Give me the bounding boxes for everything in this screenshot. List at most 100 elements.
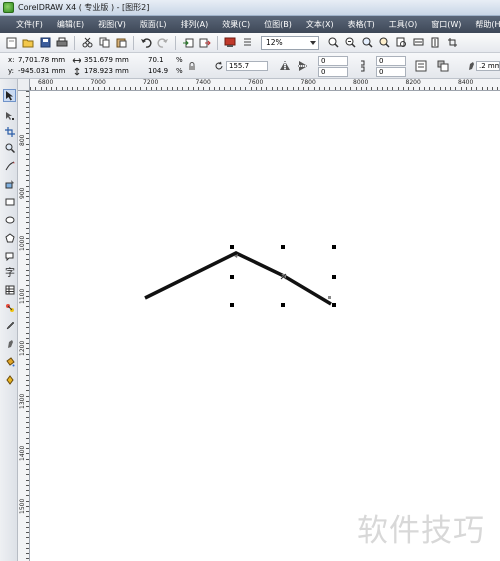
ruler-tick bbox=[371, 87, 373, 90]
vertical-ruler[interactable]: 800 900 1000 1100 1200 1300 1400 1500 bbox=[18, 91, 30, 561]
ruler-tick bbox=[26, 558, 29, 560]
ruler-origin-corner[interactable] bbox=[18, 79, 30, 91]
scale-x-percent: % bbox=[176, 56, 183, 64]
ruler-tick bbox=[150, 87, 152, 90]
zoom-tool-icon[interactable] bbox=[3, 141, 16, 154]
ruler-tick bbox=[26, 526, 29, 528]
ruler-tick bbox=[261, 87, 262, 90]
path-node-marker bbox=[328, 296, 331, 299]
ruler-tick bbox=[292, 87, 294, 90]
zoom-height-icon[interactable] bbox=[428, 36, 442, 50]
menu-tools[interactable]: 工具(O) bbox=[382, 16, 425, 33]
corner-radius-top-right[interactable]: 0 bbox=[376, 56, 406, 66]
menu-bitmaps[interactable]: 位图(B) bbox=[257, 16, 299, 33]
table-tool-icon[interactable] bbox=[3, 283, 16, 296]
zoom-width-icon[interactable] bbox=[411, 36, 425, 50]
ruler-tick bbox=[450, 87, 451, 90]
ruler-tick bbox=[26, 469, 29, 470]
mirror-vertical-icon[interactable] bbox=[296, 59, 310, 73]
corner-radius-bottom-left[interactable]: 0 bbox=[318, 67, 348, 77]
zoom-level-dropdown[interactable]: 12% bbox=[261, 35, 319, 50]
zoom-in-icon[interactable] bbox=[326, 36, 340, 50]
selection-handle bbox=[281, 303, 285, 307]
corner-radius-bottom-right[interactable]: 0 bbox=[376, 67, 406, 77]
ruler-tick bbox=[26, 253, 29, 255]
interactive-blend-tool-icon[interactable] bbox=[3, 301, 16, 314]
basic-shapes-tool-icon[interactable] bbox=[3, 249, 16, 262]
zoom-page-icon[interactable] bbox=[394, 36, 408, 50]
corner-radius-top-left[interactable]: 0 bbox=[318, 56, 348, 66]
drawn-polyline bbox=[144, 251, 332, 306]
pick-tool-icon[interactable] bbox=[3, 89, 16, 102]
outline-width-dropdown[interactable]: .2 mm bbox=[476, 61, 500, 71]
print-icon[interactable] bbox=[55, 36, 69, 50]
object-width-field[interactable]: 351.679 mm bbox=[84, 56, 129, 64]
ellipse-tool-icon[interactable] bbox=[3, 213, 16, 226]
application-launcher-icon[interactable] bbox=[223, 36, 237, 50]
menu-view[interactable]: 视图(V) bbox=[91, 16, 133, 33]
menu-table[interactable]: 表格(T) bbox=[341, 16, 382, 33]
selection-handle bbox=[230, 275, 234, 279]
ruler-tick bbox=[26, 432, 29, 434]
menu-layout[interactable]: 版面(L) bbox=[133, 16, 174, 33]
new-document-icon[interactable] bbox=[4, 36, 18, 50]
mirror-horizontal-icon[interactable] bbox=[278, 59, 292, 73]
interactive-fill-tool-icon[interactable] bbox=[3, 373, 16, 386]
menu-effects[interactable]: 效果(C) bbox=[215, 16, 257, 33]
horizontal-ruler[interactable]: 6800 7000 7200 7400 7600 7800 8000 8200 8400 bbox=[30, 79, 500, 91]
crop-tool-icon[interactable] bbox=[3, 125, 16, 138]
zoom-selected-icon[interactable] bbox=[360, 36, 374, 50]
copy-icon[interactable] bbox=[97, 36, 111, 50]
save-icon[interactable] bbox=[38, 36, 52, 50]
menu-bar: 文件(F) 编辑(E) 视图(V) 版面(L) 排列(A) 效果(C) 位图(B… bbox=[0, 16, 500, 33]
ruler-tick bbox=[171, 87, 173, 90]
eyedropper-tool-icon[interactable] bbox=[3, 319, 16, 332]
selection-handle bbox=[332, 303, 336, 307]
menu-file[interactable]: 文件(F) bbox=[9, 16, 50, 33]
menu-window[interactable]: 窗口(W) bbox=[424, 16, 468, 33]
shape-tool-icon[interactable] bbox=[3, 109, 16, 122]
selection-handle bbox=[281, 245, 285, 249]
paste-icon[interactable] bbox=[114, 36, 128, 50]
x-position-field[interactable]: 7,701.78 mm bbox=[18, 56, 65, 64]
scale-x-field[interactable]: 70.1 bbox=[148, 56, 164, 64]
drawing-canvas[interactable] bbox=[31, 92, 500, 561]
menu-arrange[interactable]: 排列(A) bbox=[174, 16, 216, 33]
export-icon[interactable] bbox=[198, 36, 212, 50]
freehand-tool-icon[interactable] bbox=[3, 159, 16, 172]
corner-lock-icon[interactable] bbox=[356, 59, 370, 73]
fill-tool-icon[interactable] bbox=[3, 355, 16, 368]
y-position-field[interactable]: -945.031 mm bbox=[18, 67, 65, 75]
object-height-field[interactable]: 178.923 mm bbox=[84, 67, 129, 75]
import-icon[interactable] bbox=[181, 36, 195, 50]
ruler-tick bbox=[392, 87, 394, 90]
watermark-text: 软件技巧 bbox=[357, 513, 485, 549]
polygon-tool-icon[interactable] bbox=[3, 231, 16, 244]
ruler-tick bbox=[240, 87, 241, 90]
menu-help[interactable]: 帮助(H) bbox=[468, 16, 500, 33]
redo-icon[interactable] bbox=[156, 36, 170, 50]
undo-icon[interactable] bbox=[139, 36, 153, 50]
ruler-tick bbox=[26, 406, 29, 407]
welcome-screen-icon[interactable] bbox=[240, 36, 254, 50]
rectangle-tool-icon[interactable] bbox=[3, 195, 16, 208]
zoom-all-objects-icon[interactable] bbox=[377, 36, 391, 50]
lock-ratio-icon[interactable] bbox=[188, 62, 197, 71]
cut-icon[interactable] bbox=[80, 36, 94, 50]
outline-pen-icon bbox=[469, 62, 474, 70]
zoom-out-icon[interactable] bbox=[343, 36, 357, 50]
menu-edit[interactable]: 编辑(E) bbox=[50, 16, 91, 33]
outline-tool-icon[interactable] bbox=[3, 337, 16, 350]
smart-fill-tool-icon[interactable] bbox=[3, 177, 16, 190]
ruler-tick bbox=[26, 164, 29, 166]
scale-y-field[interactable]: 104.9 bbox=[148, 67, 168, 75]
ruler-tick-label: 1000 bbox=[19, 235, 26, 251]
to-front-icon[interactable] bbox=[436, 59, 450, 73]
wrap-text-icon[interactable] bbox=[414, 59, 428, 73]
text-tool-icon[interactable]: 字 bbox=[3, 265, 16, 278]
selection-handle bbox=[332, 245, 336, 249]
menu-text[interactable]: 文本(X) bbox=[299, 16, 341, 33]
crop-tool-icon[interactable] bbox=[445, 36, 459, 50]
open-folder-icon[interactable] bbox=[21, 36, 35, 50]
rotation-angle-field[interactable]: 155.7 bbox=[226, 61, 268, 71]
